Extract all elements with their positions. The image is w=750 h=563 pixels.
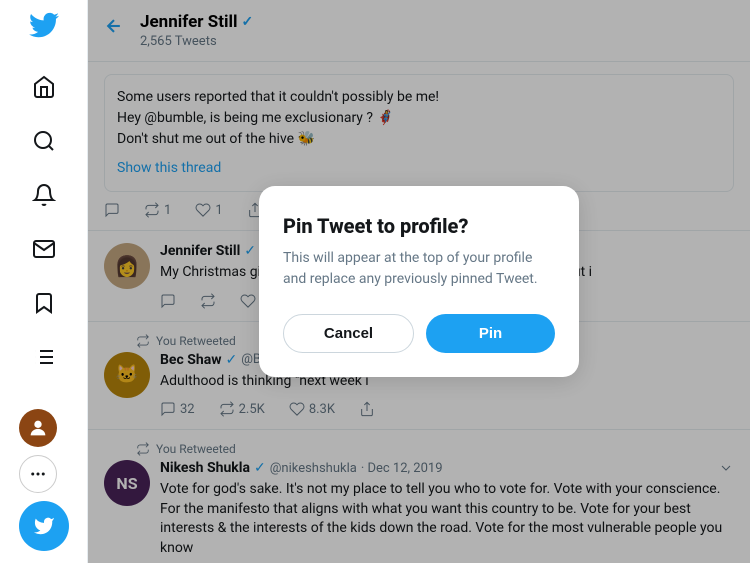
twitter-logo[interactable] [29, 10, 59, 44]
modal-actions: Cancel Pin [283, 314, 555, 353]
sidebar-item-lists[interactable] [19, 332, 69, 382]
sidebar-item-explore[interactable] [19, 116, 69, 166]
user-avatar[interactable] [19, 409, 57, 447]
modal-description: This will appear at the top of your prof… [283, 248, 555, 290]
modal-title: Pin Tweet to profile? [283, 214, 555, 238]
main-content: Jennifer Still ✓ 2,565 Tweets Some users… [88, 0, 750, 563]
pin-button[interactable]: Pin [426, 314, 555, 353]
pin-tweet-modal: Pin Tweet to profile? This will appear a… [259, 186, 579, 377]
cancel-button[interactable]: Cancel [283, 314, 414, 353]
sidebar-item-notifications[interactable] [19, 170, 69, 220]
sidebar-item-messages[interactable] [19, 224, 69, 274]
modal-overlay: Pin Tweet to profile? This will appear a… [88, 0, 750, 563]
compose-button[interactable] [19, 501, 69, 551]
sidebar [0, 0, 88, 563]
more-button[interactable] [19, 455, 57, 493]
sidebar-item-bookmarks[interactable] [19, 278, 69, 328]
sidebar-item-home[interactable] [19, 62, 69, 112]
